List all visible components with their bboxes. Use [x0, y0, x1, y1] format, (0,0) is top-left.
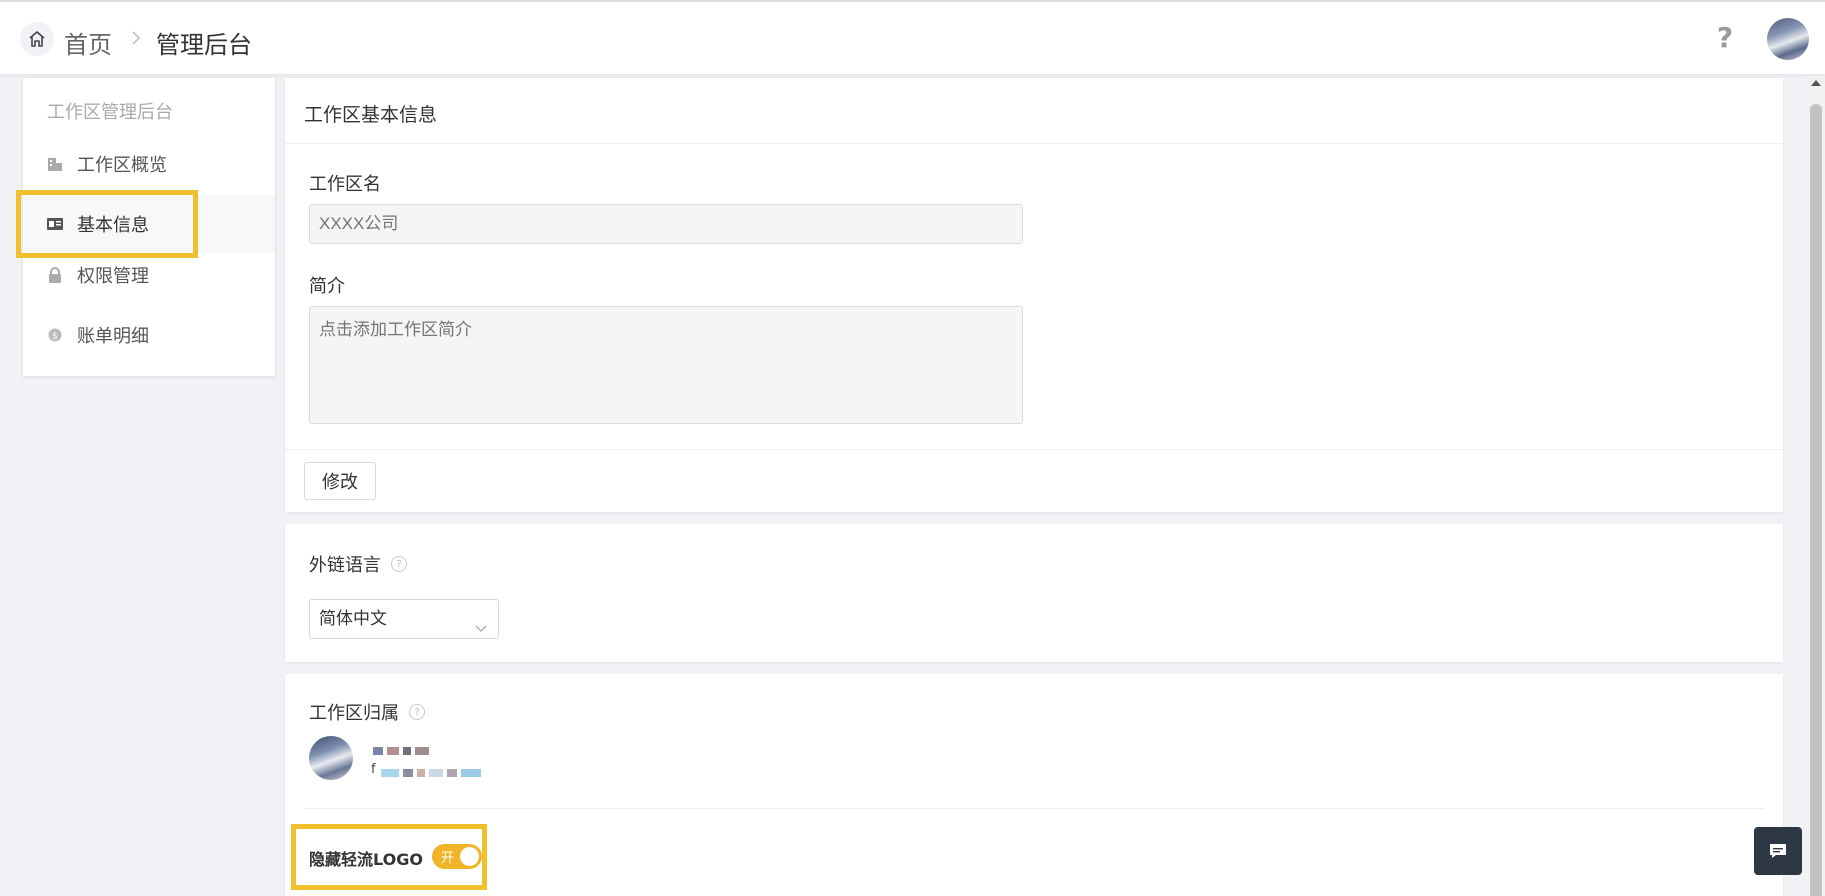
- home-icon[interactable]: [20, 22, 54, 56]
- owner-email-redacted: [381, 769, 481, 777]
- scrollbar-thumb[interactable]: [1810, 104, 1822, 896]
- page-scrollbar[interactable]: [1807, 76, 1825, 896]
- highlight-frame-basic-info: [16, 190, 198, 258]
- toggle-on-text: 开: [441, 851, 455, 866]
- owner-email-prefix: f: [371, 762, 376, 777]
- breadcrumb-current: 管理后台: [156, 31, 252, 59]
- workspace-name-label: 工作区名: [309, 174, 381, 195]
- sidebar-title: 工作区管理后台: [47, 102, 173, 123]
- sidebar-item-label: 工作区概览: [77, 155, 167, 176]
- intro-textarea[interactable]: [309, 306, 1023, 424]
- hide-logo-toggle[interactable]: 开: [432, 844, 482, 869]
- owner-avatar: [309, 736, 353, 780]
- sidebar-item-billing[interactable]: $ 账单明细: [23, 306, 275, 364]
- top-header: 首页 管理后台 ?: [0, 0, 1825, 74]
- user-avatar[interactable]: [1767, 18, 1809, 60]
- intro-label: 简介: [309, 276, 345, 297]
- language-select-value: 简体中文: [319, 609, 387, 629]
- sidebar-item-label: 权限管理: [77, 266, 149, 287]
- basic-info-card: 工作区基本信息 工作区名 简介 修改: [285, 78, 1783, 512]
- link-language-card: 外链语言? 简体中文: [285, 524, 1783, 662]
- chevron-down-icon: [474, 611, 488, 632]
- svg-text:$: $: [52, 332, 58, 342]
- breadcrumb-home[interactable]: 首页: [64, 25, 112, 60]
- link-language-label-row: 外链语言?: [309, 551, 407, 577]
- link-language-label: 外链语言: [309, 555, 381, 576]
- chat-bubble-icon: [1770, 844, 1786, 858]
- card-title: 工作区基本信息: [285, 78, 1783, 144]
- chat-support-button[interactable]: [1754, 827, 1802, 875]
- ownership-label: 工作区归属: [309, 703, 399, 724]
- toggle-knob: [460, 847, 479, 866]
- building-icon: [47, 156, 63, 172]
- ownership-label-row: 工作区归属?: [309, 699, 425, 725]
- coin-icon: $: [47, 327, 63, 343]
- ownership-card: 工作区归属? f 隐藏轻流LOGO 开: [285, 674, 1783, 896]
- modify-button[interactable]: 修改: [304, 462, 376, 500]
- card-footer: 修改: [285, 449, 1783, 512]
- lock-icon: [47, 267, 63, 283]
- question-circle-icon[interactable]: ?: [391, 556, 407, 572]
- divider: [304, 808, 1764, 809]
- language-select[interactable]: 简体中文: [309, 599, 499, 639]
- breadcrumb-separator-icon: [128, 28, 144, 48]
- scroll-up-arrow-icon[interactable]: [1811, 80, 1821, 86]
- owner-name-redacted: [373, 747, 429, 755]
- workspace-name-input[interactable]: [309, 204, 1023, 244]
- sidebar-item-overview[interactable]: 工作区概览: [23, 135, 275, 193]
- question-circle-icon[interactable]: ?: [409, 704, 425, 720]
- hide-logo-label: 隐藏轻流LOGO: [309, 850, 423, 869]
- sidebar-item-label: 账单明细: [77, 326, 149, 347]
- help-icon[interactable]: ?: [1712, 22, 1738, 54]
